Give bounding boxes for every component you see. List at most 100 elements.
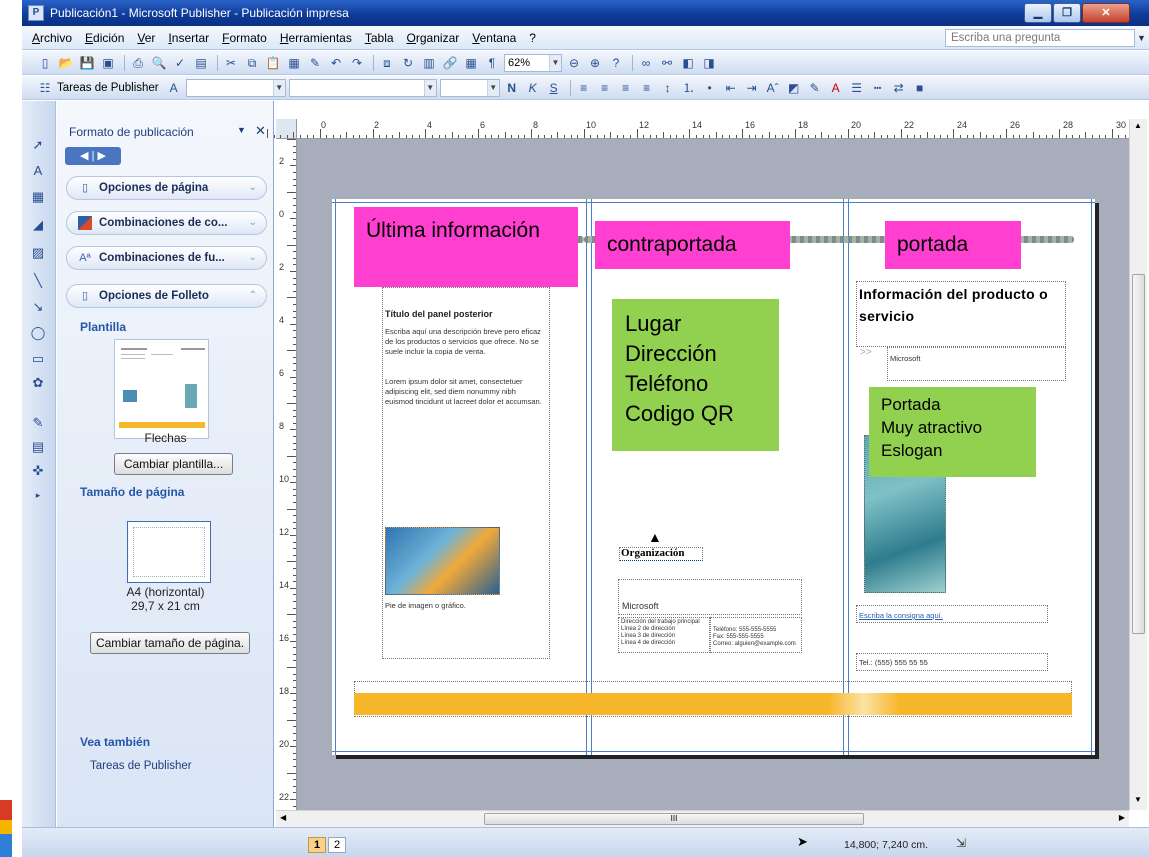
table-icon[interactable]: ▦ xyxy=(462,54,480,72)
new-icon[interactable]: ▯ xyxy=(36,54,54,72)
organization-logo-icon[interactable]: ▲ xyxy=(648,529,662,545)
open-icon[interactable]: 📂 xyxy=(57,54,75,72)
task-pane-menu-icon[interactable]: ▼ xyxy=(237,125,246,135)
middle-green-note[interactable]: Lugar Dirección Teléfono Codigo QR xyxy=(612,299,779,451)
more-tools-icon[interactable]: ▸ xyxy=(28,485,48,505)
page-size-thumbnail[interactable] xyxy=(127,521,211,583)
paste-special-icon[interactable]: ▦ xyxy=(285,54,303,72)
previous-frame-icon[interactable]: ◧ xyxy=(679,54,697,72)
line-spacing-icon[interactable]: ↕ xyxy=(659,79,677,97)
product-company[interactable]: Microsoft xyxy=(890,354,920,364)
menu-edicion[interactable]: Edición xyxy=(85,31,124,45)
task-pane-nav-buttons[interactable]: ◀ | ▶ xyxy=(65,147,121,165)
next-frame-icon[interactable]: ◨ xyxy=(700,54,718,72)
text-box-icon[interactable]: A xyxy=(28,161,48,181)
paragraph-icon[interactable]: ¶ xyxy=(483,54,501,72)
underline-button[interactable]: S xyxy=(545,79,563,97)
font-color-icon[interactable]: A xyxy=(827,79,845,97)
hotspot-icon[interactable]: ✎ xyxy=(28,413,48,433)
task-pane-close-icon[interactable]: ✕ xyxy=(255,123,266,139)
spelling-icon[interactable]: ✓ xyxy=(171,54,189,72)
minimize-button[interactable]: ▁ xyxy=(1024,3,1052,23)
format-painter-icon[interactable]: ✎ xyxy=(306,54,324,72)
label-contraportada[interactable]: contraportada xyxy=(595,221,790,269)
break-link-icon[interactable]: ⚯ xyxy=(658,54,676,72)
line-style-icon[interactable]: ☰ xyxy=(848,79,866,97)
font-select[interactable]: ▼ xyxy=(288,78,437,97)
redo-icon[interactable]: ↷ xyxy=(348,54,366,72)
back-panel-title[interactable]: Título del panel posterior xyxy=(385,309,545,319)
chevron-down-icon[interactable]: ⌄ xyxy=(249,182,257,193)
decrease-indent-icon[interactable]: ⇤ xyxy=(722,79,740,97)
horizontal-scroll-thumb[interactable]: III xyxy=(484,813,864,825)
menu-insertar[interactable]: Insertar xyxy=(168,31,209,45)
print-icon[interactable]: ⎙ xyxy=(129,54,147,72)
arrow-icon[interactable]: ↘ xyxy=(28,297,48,317)
menu-help[interactable]: ? xyxy=(529,31,536,45)
page-1-button[interactable]: 1 xyxy=(308,837,326,853)
organization-name[interactable]: Organización xyxy=(621,547,685,559)
zoom-out-icon[interactable]: ⊖ xyxy=(565,54,583,72)
align-right-icon[interactable]: ≡ xyxy=(617,79,635,97)
zoom-select[interactable]: 62% ▼ xyxy=(504,53,562,72)
line-icon[interactable]: ╲ xyxy=(28,271,48,291)
ask-question-input[interactable]: Escriba una pregunta xyxy=(945,29,1135,47)
rotate-icon[interactable]: ↻ xyxy=(399,54,417,72)
permission-icon[interactable]: ▣ xyxy=(99,54,117,72)
bullets-icon[interactable]: • xyxy=(701,79,719,97)
picture-frame-icon[interactable]: ▨ xyxy=(28,243,48,263)
business-info-icon[interactable]: ✜ xyxy=(28,461,48,481)
horizontal-scrollbar[interactable]: ◀ III ▶ xyxy=(276,810,1129,827)
vertical-scroll-thumb[interactable] xyxy=(1132,274,1145,634)
menu-archivo[interactable]: Archivo xyxy=(32,31,72,45)
save-icon[interactable]: 💾 xyxy=(78,54,96,72)
image-caption[interactable]: Pie de imagen o gráfico. xyxy=(385,601,535,611)
template-thumbnail[interactable] xyxy=(114,339,209,439)
grow-font-icon[interactable]: Aˆ xyxy=(764,79,782,97)
back-panel-image[interactable] xyxy=(385,527,500,595)
change-template-button[interactable]: Cambiar plantilla... xyxy=(114,453,233,475)
tel-text[interactable]: Tel.: (555) 555 55 55 xyxy=(859,658,928,668)
close-button[interactable]: ✕ xyxy=(1082,3,1130,23)
italic-button[interactable]: K xyxy=(524,79,542,97)
cut-icon[interactable]: ✂ xyxy=(222,54,240,72)
insert-table-icon[interactable]: ▦ xyxy=(28,187,48,207)
vertical-scrollbar[interactable]: ▲ ▼ xyxy=(1129,119,1147,810)
copy-icon[interactable]: ⧉ xyxy=(243,54,261,72)
section-font-schemes[interactable]: Aª Combinaciones de fu... ⌄ xyxy=(66,246,267,270)
print-preview-icon[interactable]: 🔍 xyxy=(150,54,168,72)
chevron-down-icon[interactable]: ⌄ xyxy=(249,252,257,263)
scroll-down-icon[interactable]: ▼ xyxy=(1134,795,1142,804)
phone-block[interactable]: Teléfono: 555-555-5555 Fax: 555-555-5555… xyxy=(713,627,801,648)
autoshapes-icon[interactable]: ✿ xyxy=(28,373,48,393)
product-title[interactable]: Información del producto o servicio xyxy=(859,283,1065,327)
menu-ventana[interactable]: Ventana xyxy=(472,31,516,45)
chevron-down-icon[interactable]: ▼ xyxy=(272,79,285,96)
page-2-button[interactable]: 2 xyxy=(328,837,346,853)
align-center-icon[interactable]: ≡ xyxy=(596,79,614,97)
zoom-dropdown-icon[interactable]: ▼ xyxy=(549,54,561,71)
undo-icon[interactable]: ↶ xyxy=(327,54,345,72)
horizontal-ruler[interactable]: 0 2 4 6 8 10 12 14 16 18 20 22 24 26 28 30 xyxy=(267,119,1129,139)
research-icon[interactable]: ▤ xyxy=(192,54,210,72)
slogan-text[interactable]: Escriba la consigna aquí. xyxy=(859,611,943,621)
menu-formato[interactable]: Formato xyxy=(222,31,267,45)
menu-herramientas[interactable]: Herramientas xyxy=(280,31,352,45)
connect-frames-icon[interactable]: ∞ xyxy=(637,54,655,72)
scroll-left-icon[interactable]: ◀ xyxy=(280,813,286,822)
vertical-ruler[interactable]: 2 0 2 4 6 8 10 12 14 16 18 20 22 xyxy=(276,139,297,810)
align-left-icon[interactable]: ≡ xyxy=(575,79,593,97)
design-gallery-icon[interactable]: ▤ xyxy=(28,437,48,457)
scroll-right-icon[interactable]: ▶ xyxy=(1119,813,1125,822)
oval-icon[interactable]: ◯ xyxy=(28,323,48,343)
menu-ver[interactable]: Ver xyxy=(137,31,155,45)
styles-icon[interactable]: A xyxy=(165,79,183,97)
back-panel-text[interactable]: Escriba aquí una descripción breve pero … xyxy=(385,327,545,357)
line-color-icon[interactable]: ✎ xyxy=(806,79,824,97)
label-portada[interactable]: portada xyxy=(885,221,1021,269)
bring-front-icon[interactable]: ⧈ xyxy=(378,54,396,72)
bold-button[interactable]: N xyxy=(503,79,521,97)
arrow-style-icon[interactable]: ⇄ xyxy=(890,79,908,97)
chevron-down-icon[interactable]: ⌄ xyxy=(249,217,257,228)
fill-color-icon[interactable]: ◩ xyxy=(785,79,803,97)
